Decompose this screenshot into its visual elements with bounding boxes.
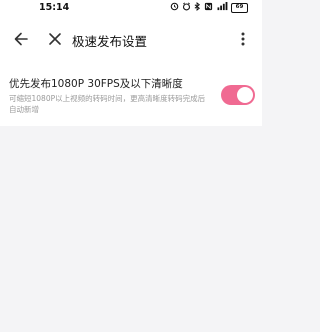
setting-title: 优先发布1080P 30FPS及以下清晰度	[9, 78, 183, 90]
toggle-knob	[237, 87, 253, 103]
alarm-icon	[170, 2, 179, 13]
setting-description: 可缩短1080P以上视频的转码时间，更高清晰度转码完成后自动新增	[9, 94, 206, 114]
more-vert-icon[interactable]	[234, 30, 252, 48]
status-time: 15:14	[39, 2, 70, 13]
app-bar: 极速发布设置	[0, 18, 262, 60]
arrow-left-icon[interactable]	[12, 30, 30, 48]
priority-1080p-toggle[interactable]	[221, 85, 255, 105]
close-icon[interactable]	[46, 30, 64, 48]
settings-card: 优先发布1080P 30FPS及以下清晰度 可缩短1080P以上视频的转码时间，…	[0, 60, 262, 126]
clock-icon	[182, 2, 191, 13]
bluetooth-icon	[194, 1, 201, 13]
battery-indicator: 69	[231, 2, 248, 13]
status-icons: 69	[170, 1, 248, 13]
signal-icon	[216, 2, 228, 13]
nfc-icon	[204, 2, 213, 13]
page-title: 极速发布设置	[72, 34, 148, 49]
status-bar: 15:14 69	[0, 0, 262, 18]
